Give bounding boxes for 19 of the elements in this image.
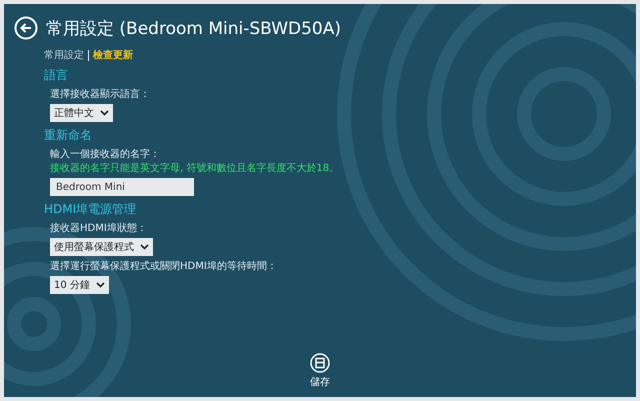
field-label: 選擇接收器顯示語言：	[50, 88, 150, 101]
section-heading: 語言	[44, 67, 69, 84]
chevron-down-icon	[100, 110, 109, 116]
hint-text: 接收器的名字只能是英文字母, 符號和數位且名字長度不大於18。	[50, 162, 340, 175]
name-input-field[interactable]: Bedroom Mini	[50, 178, 194, 196]
field-label: 接收器HDMI埠狀態：	[50, 222, 147, 235]
chevron-down-icon	[140, 244, 149, 250]
dropdown[interactable]: 正體中文	[50, 104, 113, 122]
page-title: 常用設定 (Bedroom Mini-SBWD50A)	[46, 18, 341, 40]
nav-link[interactable]: 檢查更新	[93, 48, 133, 62]
field-label: 選擇運行螢幕保護程式或關閉HDMI埠的等待時間：	[50, 260, 277, 273]
field-label: 輸入一個接收器的名字：	[50, 148, 160, 161]
section-heading: 重新命名	[44, 127, 93, 144]
dropdown[interactable]: 10 分鐘	[50, 276, 109, 294]
chevron-down-icon	[96, 282, 105, 288]
back-button[interactable]	[14, 16, 38, 40]
section-heading: HDMI埠電源管理	[44, 201, 138, 218]
nav-link[interactable]: 常用設定	[44, 48, 84, 62]
dropdown[interactable]: 使用螢幕保護程式	[50, 238, 153, 256]
